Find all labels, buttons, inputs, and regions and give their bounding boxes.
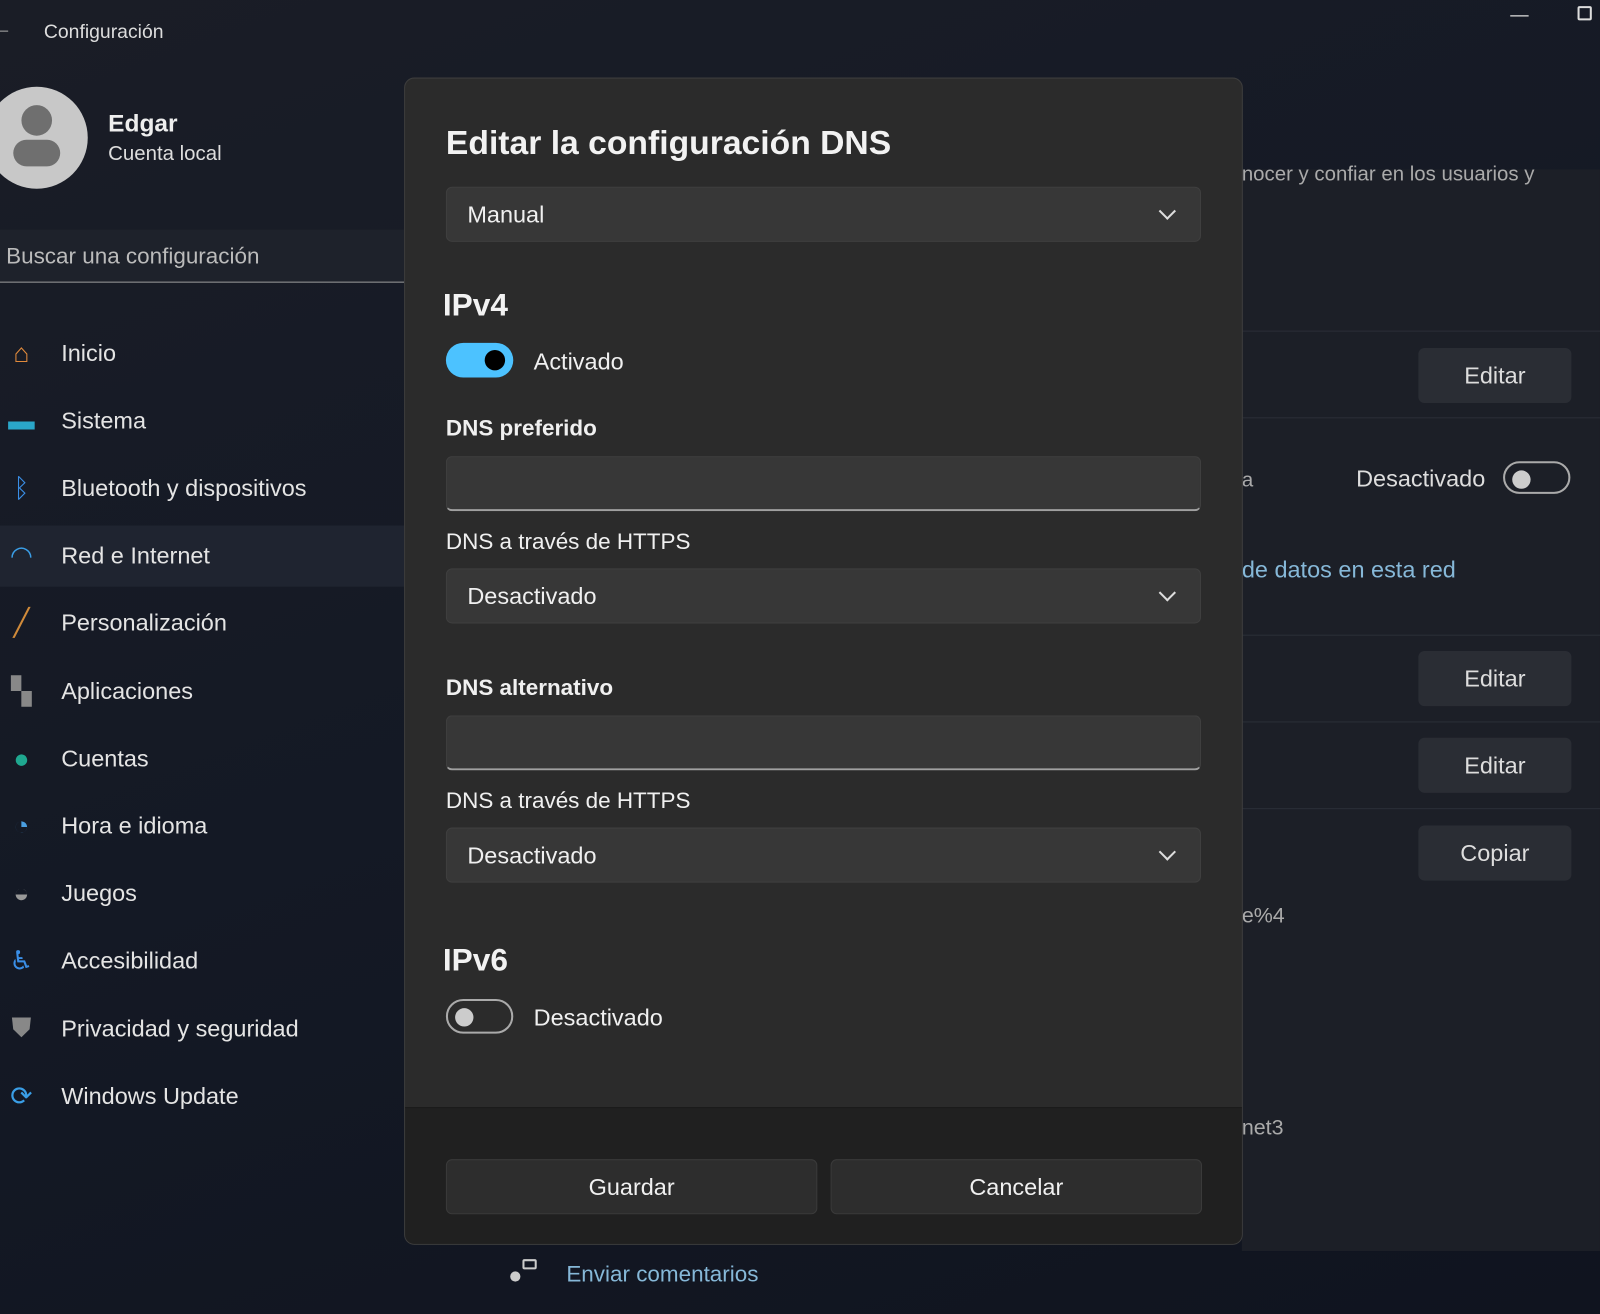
ipv6-heading: IPv6: [442, 941, 508, 978]
wifi-icon: ◠: [9, 539, 34, 571]
home-icon: ⌂: [13, 337, 30, 368]
dialog-footer: Guardar Cancelar: [405, 1107, 1242, 1244]
sidebar-item-label: Juegos: [61, 879, 137, 907]
description-text: nocer y confiar en los usuarios y: [1241, 163, 1535, 186]
minimize-icon[interactable]: —: [1510, 4, 1528, 25]
preferred-https-value: Desactivado: [467, 582, 597, 609]
alternate-https-label: DNS a través de HTTPS: [445, 787, 691, 814]
sidebar-item-juegos[interactable]: ◒ Juegos: [0, 863, 404, 924]
maximize-icon[interactable]: [1577, 6, 1592, 21]
alternate-https-select[interactable]: Desactivado: [445, 827, 1202, 883]
clock-globe-icon: ◔: [13, 810, 30, 841]
preferred-https-label: DNS a través de HTTPS: [445, 528, 691, 555]
sidebar-item-accesibilidad[interactable]: ♿ Accesibilidad: [0, 930, 404, 991]
setting-text: a: [1241, 469, 1254, 492]
shield-icon: ⛊: [11, 1012, 32, 1043]
sidebar-item-label: Windows Update: [61, 1082, 239, 1109]
monitor-icon: ▬: [8, 404, 35, 436]
ipv6-toggle[interactable]: [445, 998, 514, 1034]
bluetooth-icon: ᛒ: [13, 472, 30, 503]
ipv6-toggle-label: Desactivado: [533, 1004, 663, 1031]
apps-icon: ▚: [11, 674, 32, 706]
sidebar-item-red-e-internet[interactable]: ◠ Red e Internet: [0, 525, 405, 587]
dialog-title: Editar la configuración DNS: [445, 123, 892, 162]
sidebar-item-hora-e-idioma[interactable]: ◔ Hora e idioma: [0, 795, 404, 856]
property-value: e%4: [1241, 904, 1285, 928]
brush-icon: ╱: [13, 607, 30, 639]
preferred-https-select[interactable]: Desactivado: [445, 568, 1202, 624]
chevron-down-icon: [1158, 843, 1176, 861]
gamepad-icon: ◒: [13, 877, 30, 909]
chevron-down-icon: [1158, 584, 1176, 602]
settings-window: Configuración — Edgar Cuenta local Busca…: [0, 0, 1600, 1314]
alternate-https-value: Desactivado: [467, 841, 597, 868]
copy-button[interactable]: Copiar: [1418, 825, 1572, 881]
feedback-icon: [510, 1259, 537, 1286]
cancel-button[interactable]: Cancelar: [830, 1159, 1203, 1215]
preferred-dns-input[interactable]: [445, 456, 1202, 512]
dns-settings-dialog: Editar la configuración DNS Manual IPv4 …: [404, 77, 1243, 1245]
sidebar-item-personalizaci-n[interactable]: ╱ Personalización: [0, 593, 404, 654]
sidebar-item-windows-update[interactable]: ⟳ Windows Update: [0, 1065, 404, 1126]
alternate-dns-label: DNS alternativo: [445, 674, 614, 700]
dns-mode-value: Manual: [467, 200, 545, 228]
property-value: net3: [1241, 1116, 1284, 1140]
account-type: Cuenta local: [108, 142, 222, 166]
sidebar-item-privacidad-y-seguridad[interactable]: ⛊ Privacidad y seguridad: [0, 998, 404, 1059]
sidebar-item-bluetooth-y-dispositivos[interactable]: ᛒ Bluetooth y dispositivos: [0, 458, 404, 519]
edit-button[interactable]: Editar: [1418, 737, 1572, 793]
sidebar-item-label: Personalización: [61, 609, 227, 637]
ipv4-toggle-label: Activado: [533, 347, 624, 375]
preferred-dns-label: DNS preferido: [445, 415, 597, 441]
sidebar-item-cuentas[interactable]: ● Cuentas: [0, 728, 404, 789]
window-title: Configuración: [43, 21, 164, 43]
avatar[interactable]: [0, 86, 88, 189]
sidebar-item-sistema[interactable]: ▬ Sistema: [0, 390, 404, 451]
send-feedback-link[interactable]: Enviar comentarios: [566, 1261, 758, 1288]
sidebar-item-label: Accesibilidad: [61, 947, 199, 974]
person-icon: ●: [13, 742, 30, 774]
ipv4-heading: IPv4: [442, 286, 508, 323]
back-indicator: [0, 30, 9, 32]
sidebar-item-label: Cuentas: [61, 744, 149, 772]
metered-toggle-label: Desactivado: [1356, 465, 1486, 492]
search-input[interactable]: Buscar una configuración: [0, 229, 405, 283]
sidebar-item-label: Red e Internet: [61, 541, 210, 569]
edit-button[interactable]: Editar: [1418, 347, 1572, 404]
chevron-down-icon: [1158, 202, 1176, 220]
accessibility-icon: ♿: [9, 945, 34, 976]
sidebar-item-inicio[interactable]: ⌂ Inicio: [0, 322, 404, 383]
edit-button[interactable]: Editar: [1418, 651, 1572, 707]
update-icon: ⟳: [10, 1080, 33, 1111]
sidebar-item-label: Aplicaciones: [61, 677, 193, 704]
metered-toggle[interactable]: [1503, 461, 1571, 494]
dns-mode-select[interactable]: Manual: [445, 186, 1202, 242]
sidebar-item-label: Hora e idioma: [61, 812, 208, 839]
save-button[interactable]: Guardar: [445, 1159, 818, 1215]
sidebar-item-label: Sistema: [61, 406, 147, 434]
sidebar-item-label: Bluetooth y dispositivos: [61, 474, 307, 501]
data-limit-link[interactable]: de datos en esta red: [1242, 556, 1456, 584]
sidebar-item-label: Privacidad y seguridad: [61, 1014, 299, 1042]
sidebar-item-label: Inicio: [61, 339, 117, 366]
ipv4-toggle[interactable]: [445, 342, 514, 378]
user-name: Edgar: [108, 110, 178, 138]
alternate-dns-input[interactable]: [445, 715, 1202, 771]
sidebar-item-aplicaciones[interactable]: ▚ Aplicaciones: [0, 660, 404, 721]
